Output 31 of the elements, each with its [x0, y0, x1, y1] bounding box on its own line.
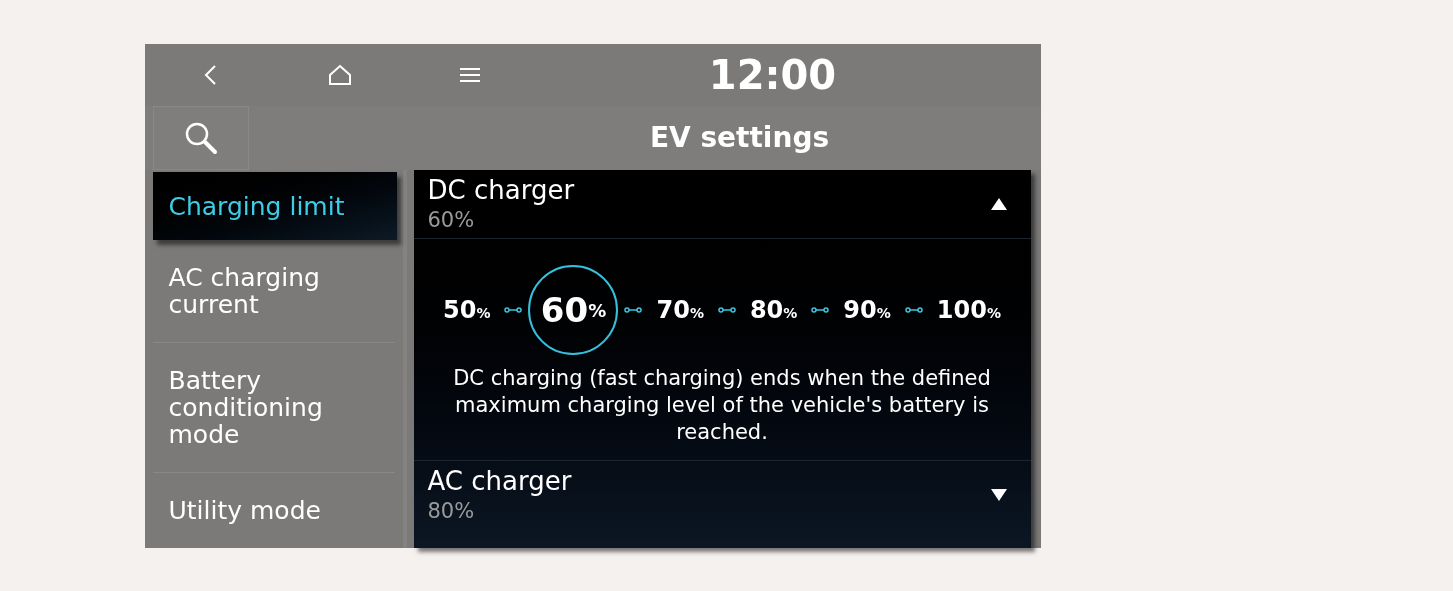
sidebar-item[interactable]: Utility mode	[152, 473, 395, 548]
connector-icon	[624, 307, 643, 313]
sidebar-item[interactable]: Battery conditioning mode	[152, 343, 395, 473]
search-icon	[183, 121, 218, 155]
level-option[interactable]: 80%	[741, 292, 806, 328]
level-option[interactable]: 50%	[435, 292, 499, 328]
section-title: DC charger	[427, 174, 575, 206]
menu-icon	[459, 67, 480, 83]
section-value: 60%	[427, 207, 476, 234]
level-option[interactable]: 90%	[835, 292, 899, 328]
level-option[interactable]: 100%	[928, 292, 1009, 328]
page-title: EV settings	[649, 120, 830, 156]
connector-icon	[717, 307, 736, 313]
section-title: AC charger	[427, 465, 572, 497]
section-value: 80%	[427, 498, 476, 525]
clock: 12:00	[708, 51, 837, 100]
section-header[interactable]: DC charger 60%	[413, 170, 1031, 239]
level-option[interactable]: 70%	[648, 292, 712, 328]
back-icon	[202, 64, 217, 86]
connector-icon	[811, 307, 830, 313]
home-icon	[327, 64, 352, 86]
search-button[interactable]	[152, 106, 249, 170]
section-header[interactable]: AC charger 80%	[413, 460, 1031, 529]
connector-icon	[504, 307, 523, 313]
description-text: DC charging (fast charging) ends when the defined maximum charging level of the vehicle's battery is reached.	[452, 365, 992, 446]
level-option[interactable]: 60%	[528, 265, 619, 355]
sidebar-item[interactable]: Charging limit	[152, 172, 397, 240]
expand-icon	[990, 489, 1007, 501]
collapse-icon	[990, 198, 1007, 210]
connector-icon	[904, 307, 923, 313]
sidebar-item[interactable]: AC charging current	[152, 240, 395, 343]
